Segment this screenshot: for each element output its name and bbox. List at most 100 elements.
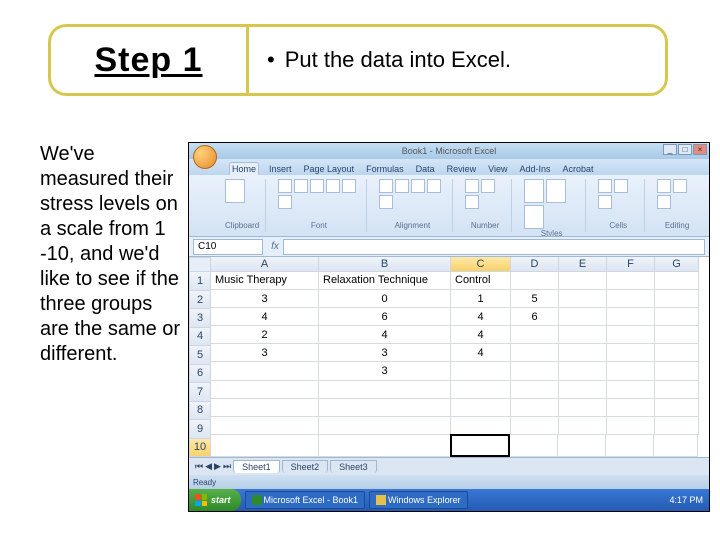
- cell[interactable]: [607, 344, 655, 362]
- cell[interactable]: [559, 417, 607, 435]
- formula-input[interactable]: [283, 239, 705, 255]
- italic-icon[interactable]: [294, 179, 308, 193]
- ribbon-tab-data[interactable]: Data: [414, 163, 437, 175]
- col-header-d[interactable]: D: [511, 257, 559, 272]
- sheet-nav-first-icon[interactable]: ⏮: [195, 461, 203, 472]
- sheet-tab-1[interactable]: Sheet1: [233, 460, 280, 473]
- row-header-3[interactable]: 3: [189, 309, 211, 327]
- cell[interactable]: Music Therapy: [211, 272, 319, 290]
- paste-icon[interactable]: [225, 179, 245, 203]
- wrap-text-icon[interactable]: [427, 179, 441, 193]
- cell[interactable]: [655, 344, 699, 362]
- delete-cell-icon[interactable]: [614, 179, 628, 193]
- row-header-1[interactable]: 1: [189, 272, 211, 290]
- cell[interactable]: [655, 381, 699, 399]
- underline-icon[interactable]: [310, 179, 324, 193]
- col-header-c[interactable]: C: [451, 257, 511, 272]
- ribbon-tab-insert[interactable]: Insert: [267, 163, 294, 175]
- sheet-nav-next-icon[interactable]: ▶: [214, 461, 221, 472]
- cell[interactable]: [211, 435, 319, 457]
- cell[interactable]: [510, 435, 558, 457]
- name-box[interactable]: C10: [193, 239, 263, 255]
- row-header-2[interactable]: 2: [189, 291, 211, 309]
- cell[interactable]: [607, 417, 655, 435]
- cell[interactable]: [451, 399, 511, 417]
- cell[interactable]: [559, 381, 607, 399]
- cell[interactable]: [319, 435, 451, 457]
- row-header-8[interactable]: 8: [189, 402, 211, 420]
- cell[interactable]: [559, 290, 607, 308]
- cell[interactable]: [607, 326, 655, 344]
- cell[interactable]: Control: [451, 272, 511, 290]
- maximize-button[interactable]: □: [678, 144, 692, 155]
- cell[interactable]: [511, 344, 559, 362]
- cell[interactable]: [607, 381, 655, 399]
- cell[interactable]: 4: [451, 326, 511, 344]
- cell[interactable]: 6: [319, 308, 451, 326]
- cell[interactable]: [451, 417, 511, 435]
- cell[interactable]: [607, 290, 655, 308]
- cell[interactable]: [559, 344, 607, 362]
- cell[interactable]: [607, 272, 655, 290]
- cell[interactable]: [654, 435, 698, 457]
- cell[interactable]: 5: [511, 290, 559, 308]
- cell[interactable]: [607, 362, 655, 380]
- cell[interactable]: [511, 362, 559, 380]
- conditional-format-icon[interactable]: [524, 179, 544, 203]
- cell[interactable]: 3: [211, 344, 319, 362]
- col-header-b[interactable]: B: [319, 257, 451, 272]
- ribbon-tab-home[interactable]: Home: [229, 162, 259, 175]
- number-format-icon[interactable]: [465, 179, 479, 193]
- col-header-g[interactable]: G: [655, 257, 699, 272]
- cell[interactable]: [511, 381, 559, 399]
- insert-cell-icon[interactable]: [598, 179, 612, 193]
- find-select-icon[interactable]: [657, 195, 671, 209]
- cell[interactable]: [211, 362, 319, 380]
- cell[interactable]: 4: [211, 308, 319, 326]
- row-header-10[interactable]: 10: [189, 439, 211, 457]
- cell[interactable]: [607, 308, 655, 326]
- cell[interactable]: [607, 399, 655, 417]
- ribbon-tab-view[interactable]: View: [486, 163, 509, 175]
- office-button-icon[interactable]: [193, 145, 217, 169]
- spreadsheet-grid[interactable]: 1 2 3 4 5 6 7 8 9 10 A B C D E F G: [189, 257, 709, 457]
- row-header-7[interactable]: 7: [189, 383, 211, 401]
- cell[interactable]: [451, 362, 511, 380]
- taskbar-item-excel[interactable]: Microsoft Excel - Book1: [245, 491, 366, 509]
- sheet-tab-3[interactable]: Sheet3: [330, 460, 377, 473]
- cell[interactable]: [606, 435, 654, 457]
- cell[interactable]: Relaxation Technique: [319, 272, 451, 290]
- col-header-f[interactable]: F: [607, 257, 655, 272]
- minimize-button[interactable]: _: [663, 144, 677, 155]
- font-color-icon[interactable]: [342, 179, 356, 193]
- cell[interactable]: [558, 435, 606, 457]
- fill-color-icon[interactable]: [326, 179, 340, 193]
- cell-styles-icon[interactable]: [524, 205, 544, 229]
- cell[interactable]: [451, 381, 511, 399]
- ribbon-tab-acrobat[interactable]: Acrobat: [561, 163, 596, 175]
- cell[interactable]: [319, 399, 451, 417]
- cell[interactable]: [655, 272, 699, 290]
- select-all-corner[interactable]: [189, 257, 211, 272]
- cell[interactable]: [655, 326, 699, 344]
- row-header-6[interactable]: 6: [189, 365, 211, 383]
- cell[interactable]: [655, 362, 699, 380]
- cell[interactable]: [511, 272, 559, 290]
- cell[interactable]: [559, 362, 607, 380]
- cell[interactable]: [319, 381, 451, 399]
- row-header-9[interactable]: 9: [189, 420, 211, 438]
- cell[interactable]: [655, 308, 699, 326]
- autosum-icon[interactable]: [657, 179, 671, 193]
- ribbon-tab-formulas[interactable]: Formulas: [364, 163, 406, 175]
- close-button[interactable]: ×: [693, 144, 707, 155]
- cell[interactable]: [319, 417, 451, 435]
- cell[interactable]: 4: [451, 344, 511, 362]
- cell[interactable]: [211, 399, 319, 417]
- cell[interactable]: 4: [319, 326, 451, 344]
- ribbon-tab-page-layout[interactable]: Page Layout: [302, 163, 357, 175]
- taskbar-item-explorer[interactable]: Windows Explorer: [369, 491, 468, 509]
- align-center-icon[interactable]: [395, 179, 409, 193]
- cell[interactable]: [211, 381, 319, 399]
- col-header-e[interactable]: E: [559, 257, 607, 272]
- cell[interactable]: 3: [319, 344, 451, 362]
